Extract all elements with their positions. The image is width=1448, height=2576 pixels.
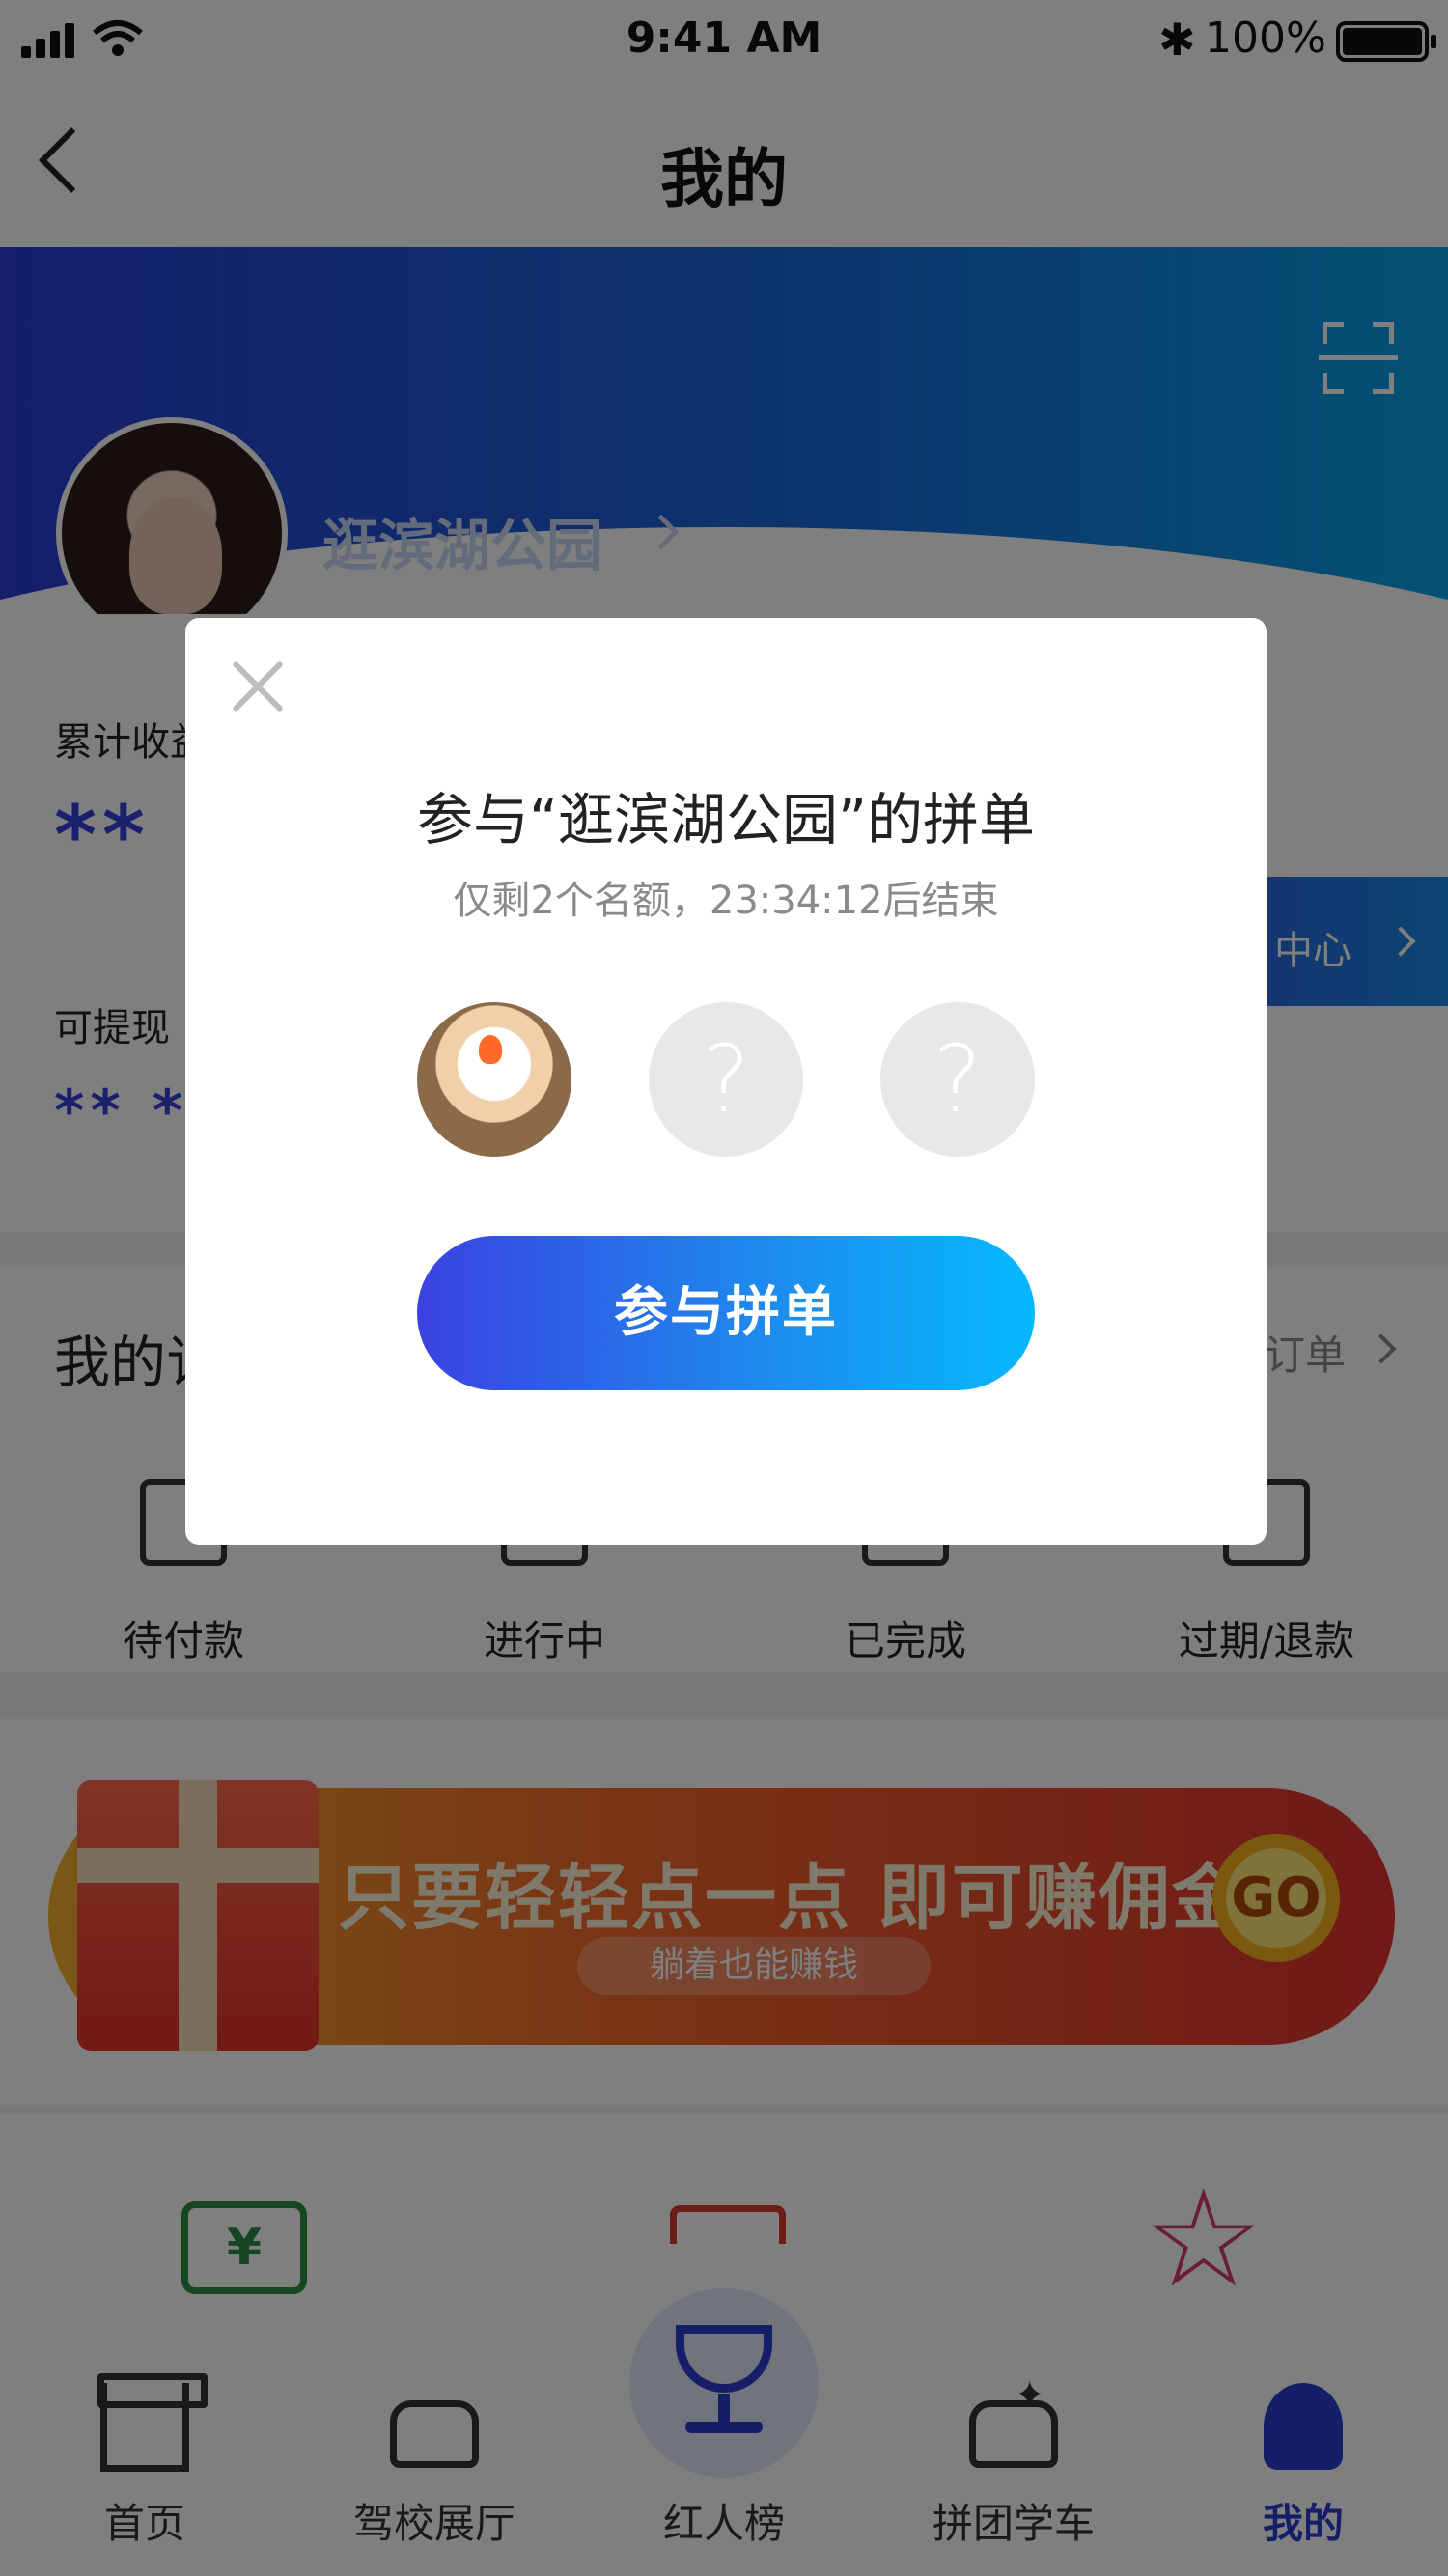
close-icon[interactable] <box>224 653 292 720</box>
join-group-button[interactable]: 参与拼单 <box>417 1236 1035 1390</box>
modal-title: 参与“逛滨湖公园”的拼单 <box>416 787 1036 853</box>
empty-slot-icon: ? <box>649 1002 803 1157</box>
participant-avatar <box>417 1002 571 1157</box>
empty-slot-icon: ? <box>880 1002 1035 1157</box>
group-buy-modal: 参与“逛滨湖公园”的拼单 仅剩2个名额，23:34:12后结束 ? ? 参与拼单 <box>185 618 1267 1545</box>
modal-subtitle: 仅剩2个名额，23:34:12后结束 <box>453 879 999 923</box>
